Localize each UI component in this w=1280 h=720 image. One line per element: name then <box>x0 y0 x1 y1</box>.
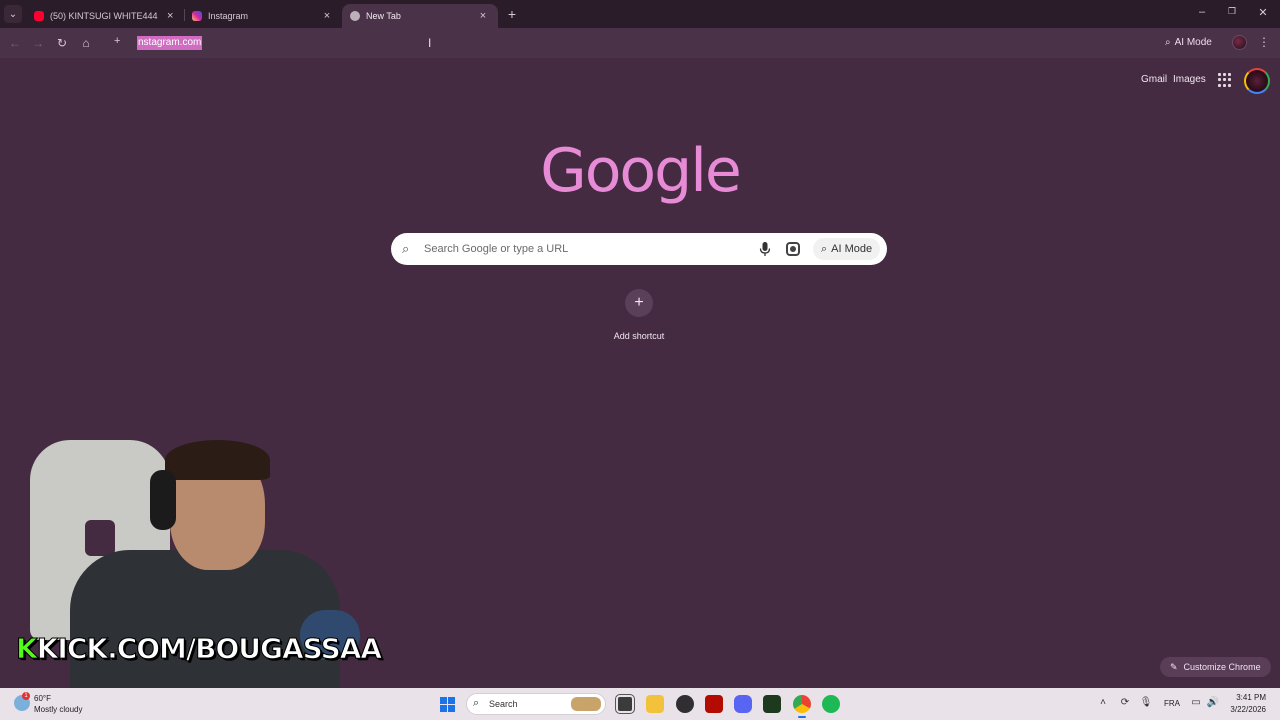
tab-youtube[interactable]: (50) KINTSUGI WHITE444 FT RI × <box>26 4 184 28</box>
ai-mode-icon: ⌕ <box>821 242 828 255</box>
address-bar[interactable]: + nstagram.com I <box>106 31 1152 55</box>
task-view-icon[interactable] <box>615 694 635 714</box>
kick-channel-text: KICK.COM/BOUGASSAA <box>36 632 382 666</box>
search-input[interactable]: Search Google or type a URL <box>424 243 568 255</box>
microphone-icon[interactable] <box>759 241 771 257</box>
weather-temperature: 60°F <box>34 694 51 703</box>
search-icon: ⌕ <box>473 697 480 709</box>
chair-cutout <box>85 520 115 556</box>
browser-toolbar: ← → ↻ ⌂ + nstagram.com I ⌕ AI Mode ⋮ <box>0 28 1280 58</box>
tab-title: (50) KINTSUGI WHITE444 FT RI <box>50 11 160 21</box>
search-icon: ⌕ <box>402 241 410 256</box>
close-icon[interactable]: × <box>320 10 334 22</box>
ai-mode-icon: ⌕ <box>1165 36 1171 48</box>
streamer-hair <box>165 440 270 480</box>
obs-icon[interactable] <box>676 695 694 713</box>
tab-title: Instagram <box>208 11 249 21</box>
new-tab-button[interactable]: + <box>505 7 519 21</box>
taskbar-search[interactable]: ⌕ Search <box>466 693 606 715</box>
forward-arrow-icon[interactable]: → <box>30 35 46 51</box>
google-logo: Google <box>540 136 742 206</box>
weather-condition: Mostly cloudy <box>34 705 83 714</box>
menu-icon[interactable]: ⋮ <box>1258 35 1270 49</box>
minimize-button[interactable]: – <box>1194 6 1210 18</box>
tab-title: New Tab <box>366 11 401 21</box>
search-ai-mode-label: AI Mode <box>831 243 873 255</box>
tab-new-tab[interactable]: New Tab × <box>342 4 498 28</box>
streamer-body <box>70 550 340 688</box>
acrobat-icon[interactable] <box>705 695 723 713</box>
search-box[interactable]: ⌕ Search Google or type a URL ⌕ AI Mode <box>391 233 887 265</box>
clock-date[interactable]: 3/22/2026 <box>1220 705 1266 714</box>
images-link[interactable]: Images <box>1173 74 1206 85</box>
google-apps-icon[interactable] <box>1218 73 1232 87</box>
tab-instagram[interactable]: Instagram × <box>184 4 342 28</box>
customize-chrome-button[interactable]: ✎ Customize Chrome <box>1160 657 1271 677</box>
windows-start-icon[interactable] <box>440 697 455 712</box>
youtube-icon <box>34 11 44 21</box>
kick-channel-label: KKICK.COM/BOUGASSAA <box>16 632 383 666</box>
google-lens-icon[interactable] <box>786 242 800 256</box>
windows-taskbar: 1 60°F Mostly cloudy ⌕ Search ˄ ⟳ 🎙 FRA … <box>0 688 1280 720</box>
back-arrow-icon[interactable]: ← <box>7 35 23 51</box>
profile-avatar[interactable] <box>1232 35 1247 50</box>
chrome-icon <box>350 11 360 21</box>
instagram-icon <box>192 11 202 21</box>
restore-button[interactable]: ❐ <box>1224 6 1240 17</box>
active-app-indicator <box>798 716 806 718</box>
tab-strip: ⌄ (50) KINTSUGI WHITE444 FT RI × Instagr… <box>0 0 1280 28</box>
chevron-up-icon[interactable]: ˄ <box>1096 697 1110 708</box>
plus-icon: + <box>625 289 653 317</box>
clock-time[interactable]: 3:41 PM <box>1228 693 1266 702</box>
discord-icon[interactable] <box>734 695 752 713</box>
add-shortcut-tile[interactable]: + Add shortcut <box>604 289 674 345</box>
gmail-link[interactable]: Gmail <box>1141 74 1167 85</box>
volume-icon[interactable]: 🔊 <box>1206 697 1220 708</box>
tab-search-button[interactable]: ⌄ <box>4 5 22 23</box>
language-indicator[interactable]: FRA <box>1164 699 1180 708</box>
file-explorer-icon[interactable] <box>646 695 664 713</box>
notification-badge: 1 <box>22 692 30 700</box>
reload-icon[interactable]: ↻ <box>54 35 70 51</box>
chrome-icon[interactable] <box>793 695 811 713</box>
close-icon[interactable]: × <box>476 10 490 22</box>
spotify-icon[interactable] <box>822 695 840 713</box>
customize-chrome-label: Customize Chrome <box>1183 662 1261 672</box>
close-icon[interactable]: × <box>164 10 176 22</box>
text-cursor-icon: I <box>428 36 432 50</box>
ai-mode-label: AI Mode <box>1174 36 1212 48</box>
weather-widget[interactable]: 1 60°F Mostly cloudy <box>14 692 104 716</box>
address-bar-text[interactable]: nstagram.com <box>137 36 203 50</box>
ai-mode-button[interactable]: ⌕ AI Mode <box>1159 32 1218 52</box>
add-shortcut-label: Add shortcut <box>613 331 665 341</box>
sync-icon[interactable]: ⟳ <box>1118 697 1132 708</box>
home-icon[interactable]: ⌂ <box>78 35 94 51</box>
pencil-icon: ✎ <box>1170 661 1178 672</box>
account-avatar[interactable] <box>1244 68 1270 94</box>
plus-icon: + <box>114 35 121 47</box>
microphone-tray-icon[interactable]: 🎙 <box>1139 697 1153 708</box>
taskbar-search-label: Search <box>489 699 518 709</box>
headphones <box>150 470 176 530</box>
search-highlight-image <box>571 697 601 711</box>
search-ai-mode-button[interactable]: ⌕ AI Mode <box>813 238 881 260</box>
app-icon[interactable] <box>763 695 781 713</box>
monitor-icon[interactable]: ▭ <box>1189 697 1203 708</box>
kick-logo: K <box>16 632 39 666</box>
close-window-button[interactable]: ✕ <box>1255 6 1271 19</box>
